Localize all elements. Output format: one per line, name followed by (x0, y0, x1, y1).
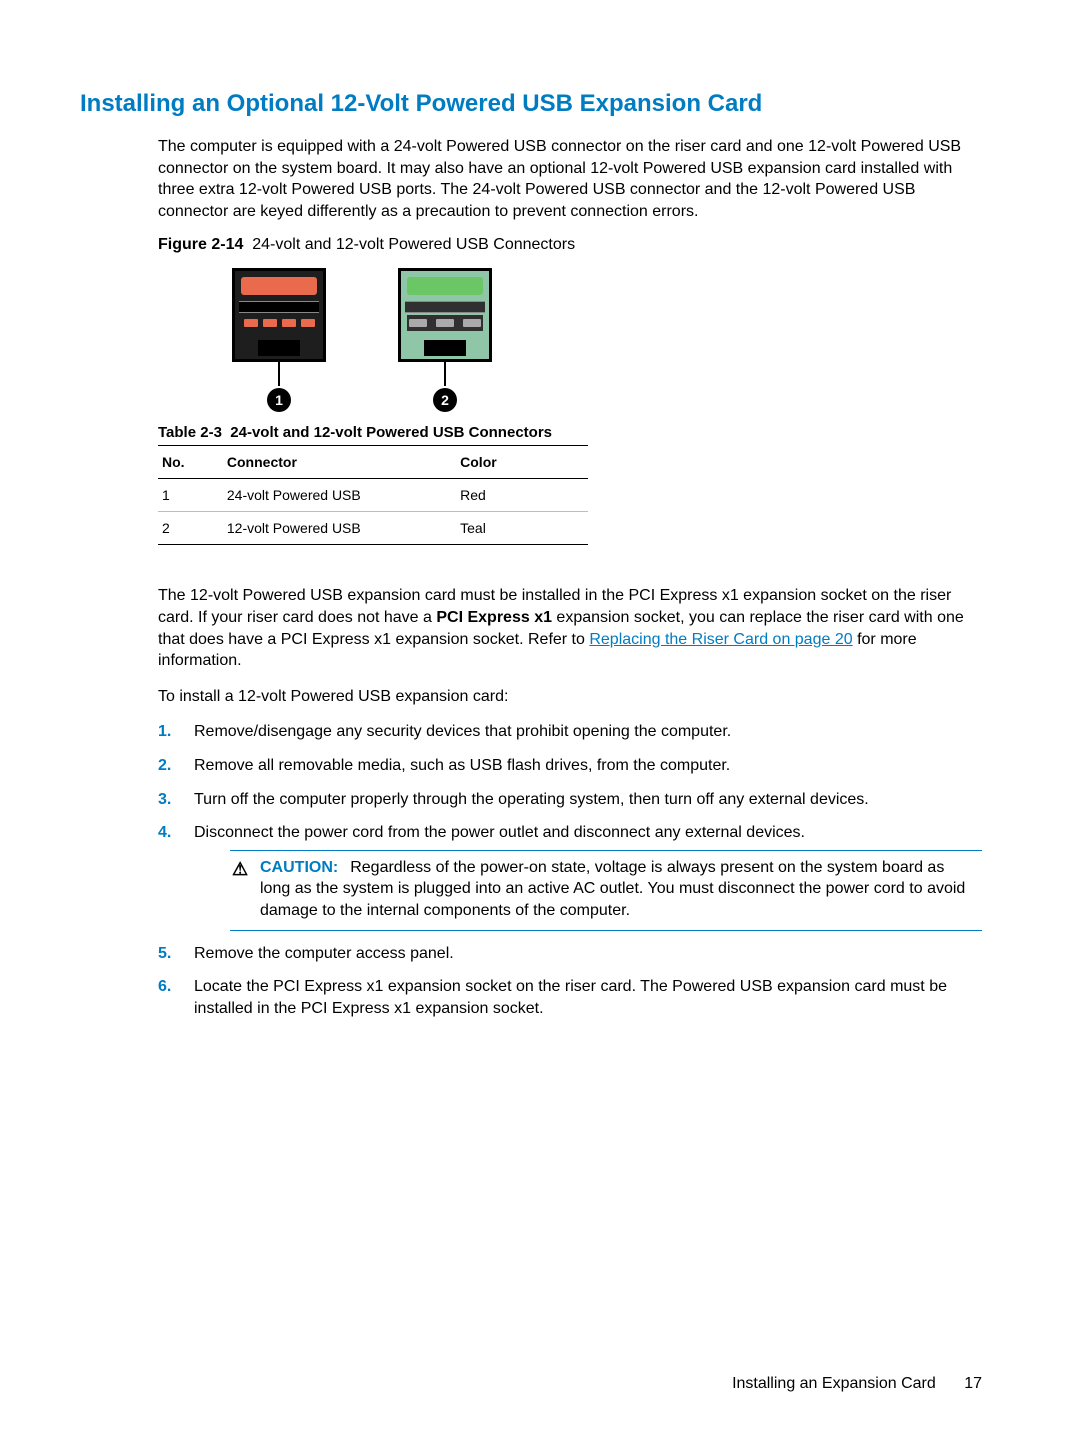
th-connector: Connector (223, 446, 456, 479)
content-block: The computer is equipped with a 24-volt … (158, 136, 982, 1019)
caution-icon: ⚠ (232, 857, 248, 881)
footer-page-number: 17 (964, 1375, 982, 1392)
bold-text: PCI Express x1 (436, 609, 552, 626)
caution-box: ⚠ CAUTION:Regardless of the power-on sta… (230, 850, 982, 931)
figure-number: Figure 2-14 (158, 236, 243, 253)
td-no: 1 (158, 479, 223, 512)
td-no: 2 (158, 512, 223, 545)
document-page: Installing an Optional 12-Volt Powered U… (0, 0, 1080, 1437)
figure-caption: Figure 2-14 24-volt and 12-volt Powered … (158, 236, 982, 254)
connector-table: No. Connector Color 1 24-volt Powered US… (158, 445, 588, 545)
step-item: Locate the PCI Express x1 expansion sock… (158, 976, 982, 1019)
caution-label: CAUTION: (260, 859, 338, 876)
callout-line-icon (278, 360, 280, 386)
callout-line-icon (444, 360, 446, 386)
page-heading: Installing an Optional 12-Volt Powered U… (80, 90, 982, 118)
callout-badge-2: 2 (433, 388, 457, 412)
step-text: Disconnect the power cord from the power… (194, 824, 805, 841)
table-number: Table 2-3 (158, 424, 222, 441)
intro-paragraph: The computer is equipped with a 24-volt … (158, 136, 982, 222)
step-item: Remove/disengage any security devices th… (158, 721, 982, 743)
callout-badge-1: 1 (267, 388, 291, 412)
table-row: 2 12-volt Powered USB Teal (158, 512, 588, 545)
install-steps: Remove/disengage any security devices th… (158, 721, 982, 1019)
step-item: Turn off the computer properly through t… (158, 789, 982, 811)
pci-paragraph: The 12-volt Powered USB expansion card m… (158, 585, 982, 671)
td-connector: 12-volt Powered USB (223, 512, 456, 545)
td-color: Teal (456, 512, 588, 545)
usb-connector-12v-icon (398, 268, 492, 362)
footer-section: Installing an Expansion Card (732, 1375, 936, 1392)
td-connector: 24-volt Powered USB (223, 479, 456, 512)
caution-text: Regardless of the power-on state, voltag… (260, 859, 965, 919)
table-caption-text: 24-volt and 12-volt Powered USB Connecto… (230, 424, 552, 441)
figure-caption-text: 24-volt and 12-volt Powered USB Connecto… (252, 236, 575, 253)
table-caption: Table 2-3 24-volt and 12-volt Powered US… (158, 424, 982, 441)
riser-card-link[interactable]: Replacing the Riser Card on page 20 (589, 631, 852, 648)
step-item: Remove all removable media, such as USB … (158, 755, 982, 777)
td-color: Red (456, 479, 588, 512)
install-lead-in: To install a 12-volt Powered USB expansi… (158, 686, 982, 708)
usb-connector-24v-icon (232, 268, 326, 362)
figure-illustration: 1 2 (232, 268, 982, 412)
page-footer: Installing an Expansion Card 17 (732, 1375, 982, 1393)
table-row: 1 24-volt Powered USB Red (158, 479, 588, 512)
connector-figure-red: 1 (232, 268, 326, 412)
step-item: Remove the computer access panel. (158, 943, 982, 965)
table-header-row: No. Connector Color (158, 446, 588, 479)
connector-figure-teal: 2 (398, 268, 492, 412)
th-no: No. (158, 446, 223, 479)
th-color: Color (456, 446, 588, 479)
step-item: Disconnect the power cord from the power… (158, 822, 982, 930)
